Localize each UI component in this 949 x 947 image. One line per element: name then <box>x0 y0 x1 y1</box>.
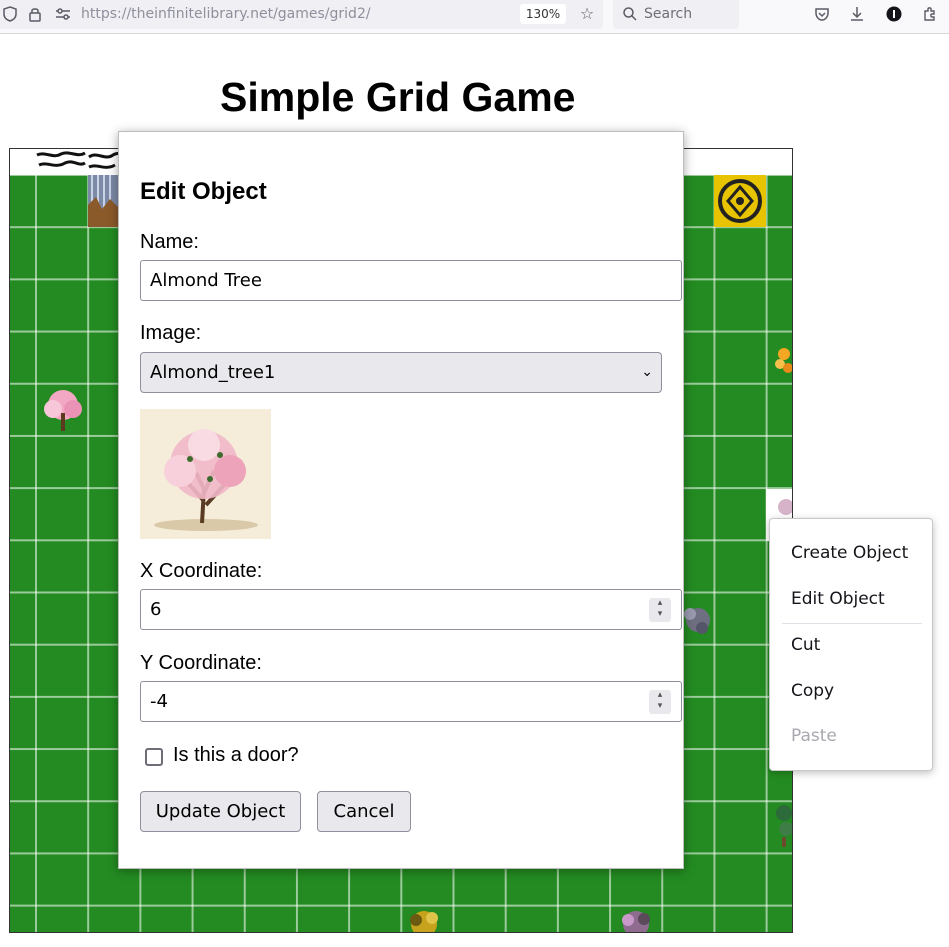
yellow-bush-tile[interactable] <box>402 906 454 932</box>
gray-shrub-tile[interactable] <box>682 594 734 646</box>
name-label: Name: <box>140 231 199 253</box>
menu-item-copy[interactable]: Copy <box>791 681 834 701</box>
permissions-icon[interactable] <box>54 6 70 22</box>
search-icon <box>622 6 638 22</box>
y-coordinate-input[interactable]: -4 ▴ ▾ <box>140 681 682 722</box>
extensions-puzzle-icon[interactable] <box>922 6 938 22</box>
image-preview <box>140 409 271 539</box>
x-coordinate-value: 6 <box>150 599 162 620</box>
bonsai-tile[interactable] <box>768 799 792 851</box>
page-title: Simple Grid Game <box>220 74 576 120</box>
door-label[interactable]: Is this a door? <box>173 744 299 767</box>
almond-tree-tile[interactable] <box>37 385 89 437</box>
name-input[interactable]: Almond Tree <box>140 260 682 301</box>
x-coordinate-input[interactable]: 6 ▴ ▾ <box>140 589 682 630</box>
lock-icon[interactable] <box>27 6 43 22</box>
edit-object-dialog: Edit Object Name: Almond Tree Image: Alm… <box>118 131 684 869</box>
pocket-icon[interactable] <box>814 6 830 22</box>
y-spinner-icon[interactable]: ▴ ▾ <box>649 690 671 714</box>
y-coordinate-label: Y Coordinate: <box>140 652 262 674</box>
image-select[interactable]: Almond_tree1 ⌄ <box>140 352 662 393</box>
url-bar[interactable]: https://theinfinitelibrary.net/games/gri… <box>0 0 603 29</box>
image-select-value: Almond_tree1 <box>150 362 276 383</box>
bookmark-star-icon[interactable]: ☆ <box>579 6 595 22</box>
waterfall-tile[interactable] <box>88 175 118 227</box>
x-spinner-icon[interactable]: ▴ ▾ <box>649 598 671 622</box>
url-text[interactable]: https://theinfinitelibrary.net/games/gri… <box>81 6 371 22</box>
cancel-button[interactable]: Cancel <box>317 791 411 832</box>
shield-icon[interactable] <box>2 6 18 22</box>
menu-separator <box>782 623 922 624</box>
flower-bush-tile[interactable] <box>772 336 792 388</box>
zoom-level-badge[interactable]: 130% <box>520 4 566 24</box>
door-checkbox[interactable] <box>145 748 163 766</box>
chevron-down-icon: ⌄ <box>641 364 653 380</box>
extension-info-icon[interactable] <box>886 6 902 22</box>
x-coordinate-label: X Coordinate: <box>140 560 263 582</box>
image-label: Image: <box>140 322 202 344</box>
context-menu: Create Object Edit Object Cut Copy Paste <box>769 518 933 771</box>
download-icon[interactable] <box>849 6 865 22</box>
update-object-button[interactable]: Update Object <box>140 791 301 832</box>
search-placeholder: Search <box>644 6 693 22</box>
gold-medallion-tile[interactable] <box>714 175 766 227</box>
menu-item-create-object[interactable]: Create Object <box>791 543 908 563</box>
search-box[interactable]: Search <box>613 0 739 29</box>
browser-toolbar: https://theinfinitelibrary.net/games/gri… <box>0 0 949 34</box>
y-coordinate-value: -4 <box>150 691 168 712</box>
menu-item-paste: Paste <box>791 726 837 746</box>
menu-item-edit-object[interactable]: Edit Object <box>791 589 885 609</box>
menu-item-cut[interactable]: Cut <box>791 635 820 655</box>
pink-bush-tile[interactable] <box>612 906 664 932</box>
zebra-tile[interactable] <box>35 149 87 175</box>
dialog-title: Edit Object <box>140 178 267 205</box>
